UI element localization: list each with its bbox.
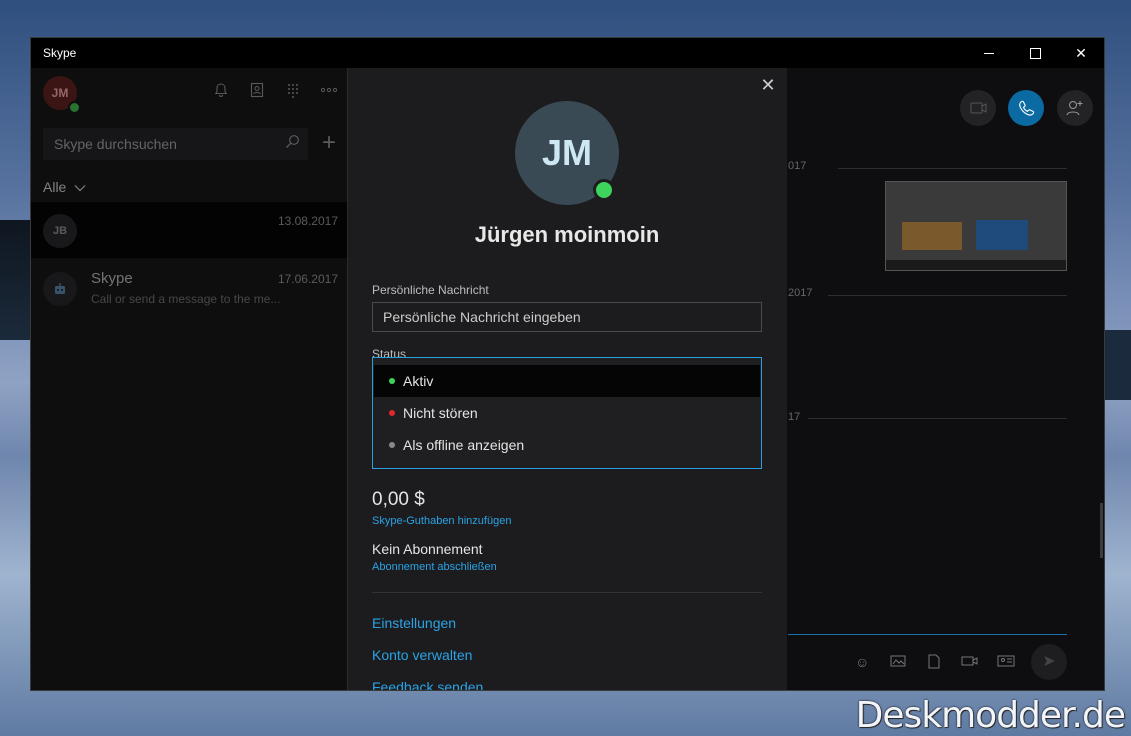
date-separator-line — [808, 418, 1067, 419]
maximize-icon — [1029, 47, 1041, 59]
add-credit-link[interactable]: Skype-Guthaben hinzufügen — [372, 515, 511, 527]
status-option-label: Nicht stören — [403, 405, 478, 421]
date-separator: 17 — [788, 411, 801, 423]
audio-call-button[interactable] — [1008, 90, 1044, 126]
minimize-button[interactable] — [966, 38, 1012, 68]
watermark: Deskmodder.de — [855, 695, 1126, 736]
video-call-button[interactable] — [960, 90, 996, 126]
status-option-label: Aktiv — [403, 373, 434, 389]
divider — [372, 592, 762, 593]
contact-card-icon[interactable] — [997, 654, 1015, 671]
settings-link[interactable]: Einstellungen — [372, 615, 456, 631]
skype-balance: 0,00 $ — [372, 489, 425, 510]
minimize-icon — [984, 52, 994, 54]
thumbnail-image-right — [976, 220, 1028, 250]
add-people-button[interactable] — [1057, 90, 1093, 126]
video-message-icon[interactable] — [961, 654, 979, 671]
image-thumbnail[interactable] — [885, 181, 1067, 271]
window-title: Skype — [43, 46, 77, 60]
status-option-dnd[interactable]: Nicht stören — [374, 397, 760, 429]
status-option-offline[interactable]: Als offline anzeigen — [374, 429, 760, 461]
close-window-button[interactable]: ✕ — [1058, 38, 1104, 68]
desktop-trees — [0, 220, 30, 340]
close-icon: ✕ — [1075, 44, 1087, 61]
status-dot — [389, 410, 395, 416]
image-icon[interactable] — [890, 654, 906, 671]
scrollbar[interactable] — [1100, 503, 1103, 558]
date-separator: 2017 — [788, 287, 813, 299]
status-dot — [389, 442, 395, 448]
status-dropdown[interactable]: Aktiv Nicht stören Als offline anzeigen — [372, 357, 762, 469]
subscribe-link[interactable]: Abonnement abschließen — [372, 561, 497, 573]
send-feedback-link[interactable]: Feedback senden — [372, 679, 483, 690]
title-bar: Skype ✕ — [31, 38, 1104, 68]
status-option-active[interactable]: Aktiv — [374, 365, 760, 397]
date-separator: 017 — [788, 160, 807, 172]
date-separator-line — [838, 168, 1067, 169]
emoji-icon[interactable]: ☺ — [855, 654, 869, 670]
close-icon[interactable]: ✕ — [757, 74, 779, 96]
send-button[interactable]: ➤ — [1031, 644, 1067, 680]
status-dot — [389, 378, 395, 384]
personal-message-input[interactable]: Persönliche Nachricht eingeben — [372, 302, 762, 332]
online-status-dot — [593, 179, 615, 201]
profile-name[interactable]: Jürgen moinmoin — [348, 222, 786, 248]
sidebar: JM Skype durchsuchen + Alle JB 13.08.201… — [31, 68, 348, 690]
personal-message-label: Persönliche Nachricht — [372, 283, 489, 297]
sidebar-dim-overlay — [31, 68, 348, 690]
file-icon[interactable] — [928, 654, 940, 672]
maximize-button[interactable] — [1012, 38, 1058, 68]
thumbnail-image-left — [902, 222, 962, 250]
manage-account-link[interactable]: Konto verwalten — [372, 647, 472, 663]
status-option-label: Als offline anzeigen — [403, 437, 525, 453]
thumbnail-taskbar — [886, 260, 1066, 270]
desktop-mountain — [1104, 330, 1131, 400]
date-separator-line — [828, 295, 1067, 296]
profile-panel: ✕ JM Jürgen moinmoin Persönliche Nachric… — [347, 68, 787, 690]
compose-underline — [788, 634, 1067, 635]
subscription-status: Kein Abonnement — [372, 541, 483, 557]
